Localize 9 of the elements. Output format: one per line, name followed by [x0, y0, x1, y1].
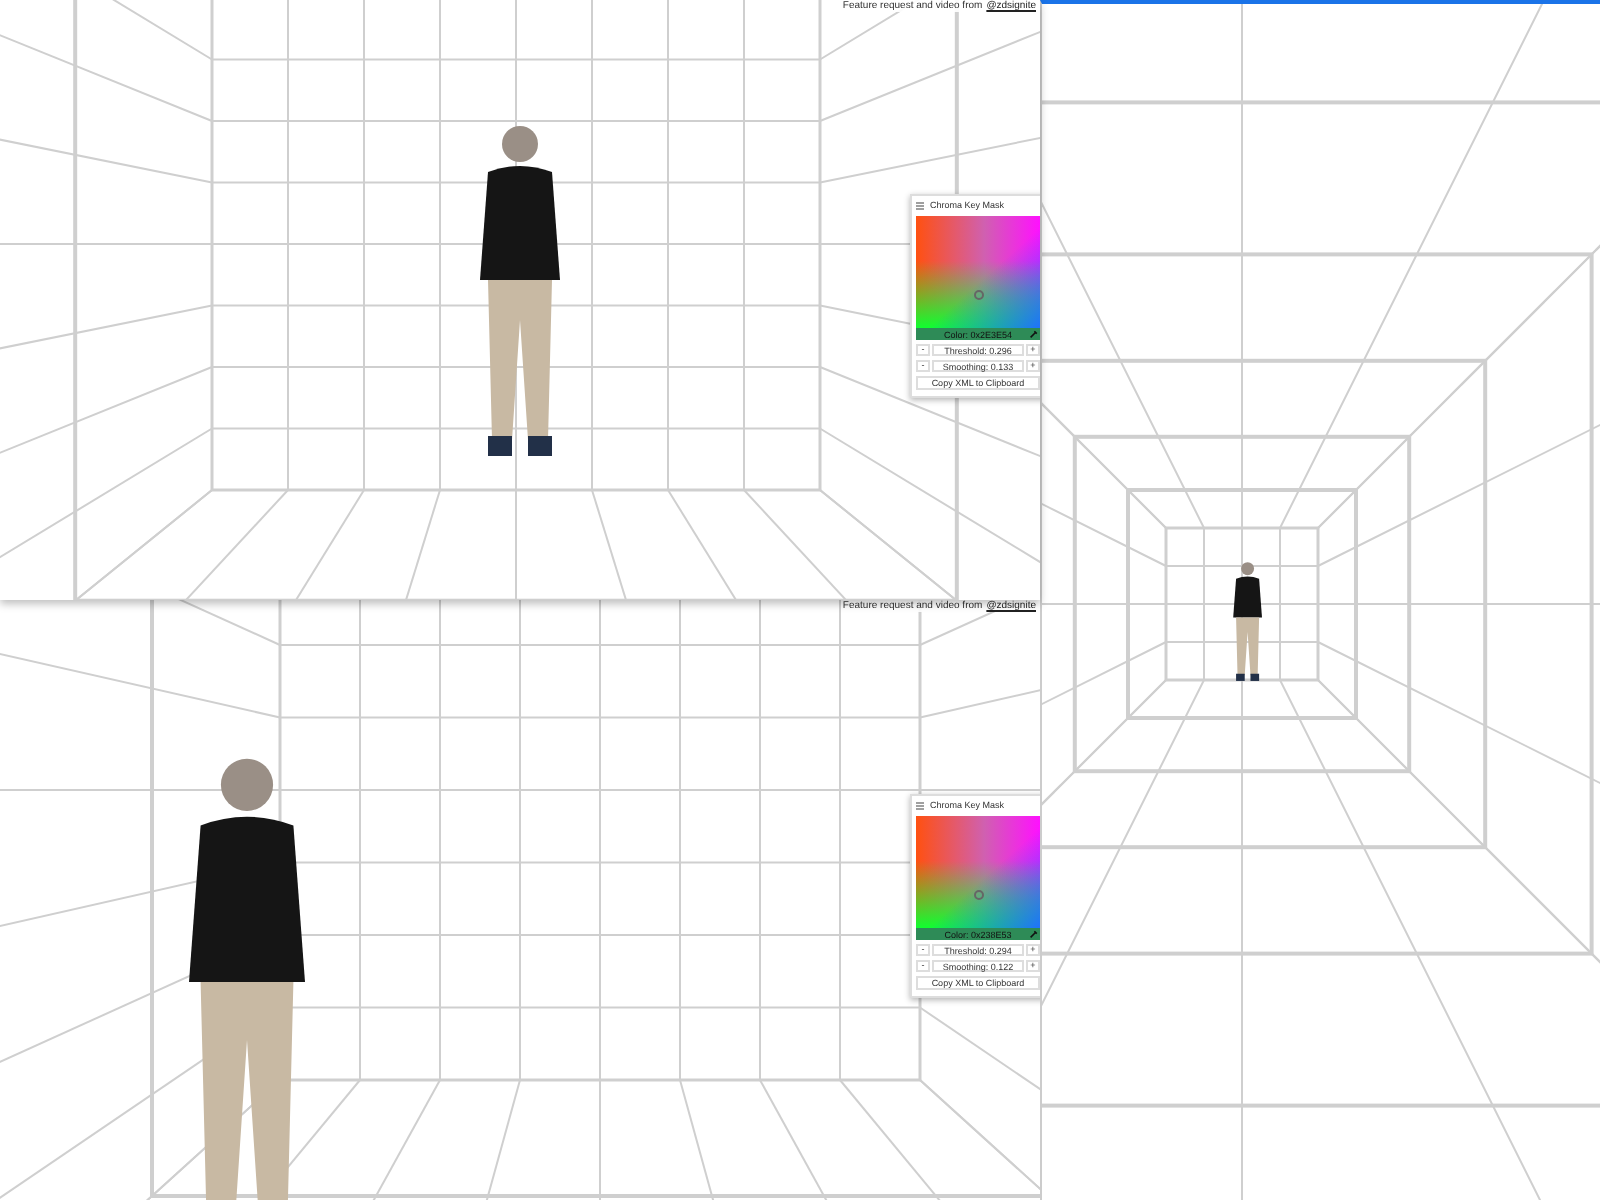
color-picker[interactable] [916, 216, 1040, 328]
eyedropper-icon[interactable] [1030, 330, 1038, 338]
person-silhouette [1233, 562, 1262, 681]
eyedropper-icon[interactable] [1030, 930, 1038, 938]
picker-marker[interactable] [974, 290, 984, 301]
color-picker[interactable] [916, 816, 1040, 928]
menu-icon[interactable] [916, 801, 924, 809]
menu-icon[interactable] [916, 201, 924, 209]
picker-marker[interactable] [974, 890, 984, 901]
